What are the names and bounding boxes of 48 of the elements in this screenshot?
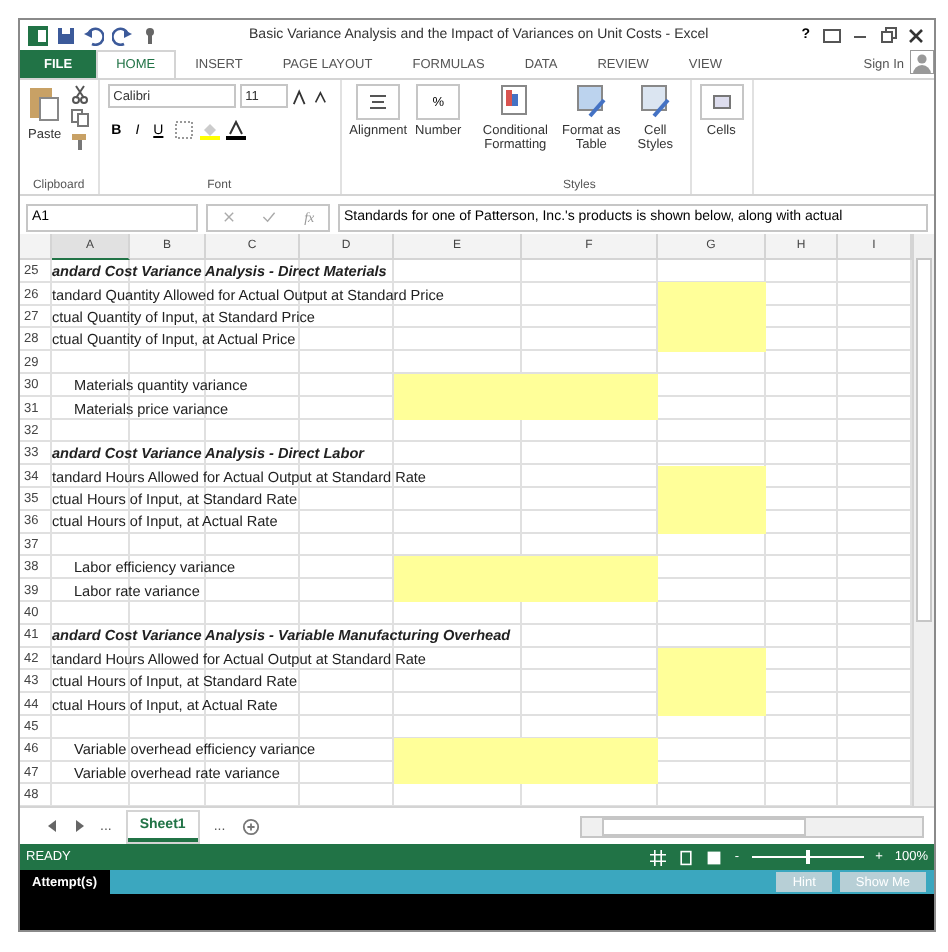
fill-color-icon: [199, 120, 220, 140]
scrollbar-thumb[interactable]: [602, 817, 806, 836]
copy-icon: [69, 108, 90, 128]
check-icon: [262, 210, 277, 224]
vertical-scrollbar[interactable]: [912, 234, 934, 807]
input-cell[interactable]: [658, 510, 766, 534]
format-painter-icon: [69, 132, 90, 152]
normal-view-icon: [650, 849, 667, 866]
spreadsheet-icon: [28, 25, 48, 45]
input-cell[interactable]: [658, 692, 766, 716]
grow-font-icon: [291, 87, 310, 105]
input-cell[interactable]: [658, 328, 766, 352]
borders-icon: [173, 120, 194, 140]
format-table-icon: [575, 84, 608, 120]
input-cell[interactable]: [658, 647, 766, 671]
alignment-icon[interactable]: [356, 84, 401, 120]
next-sheet-icon: [74, 820, 84, 833]
shrink-font-icon: [313, 88, 330, 104]
input-cell[interactable]: [394, 761, 658, 784]
close-icon: [906, 25, 926, 45]
save-icon: [56, 25, 76, 45]
cells-icon[interactable]: [699, 84, 744, 120]
input-cell[interactable]: [394, 373, 658, 397]
scrollbar-thumb[interactable]: [916, 258, 932, 622]
input-cell[interactable]: [658, 465, 766, 488]
undo-icon: [84, 25, 104, 45]
paste-icon: [28, 84, 61, 124]
page-break-icon: [706, 849, 723, 866]
font-color-icon: [225, 120, 246, 140]
input-cell[interactable]: [394, 578, 658, 602]
cell-styles-icon: [639, 84, 672, 120]
zoom-thumb[interactable]: [805, 850, 810, 865]
input-cell[interactable]: [394, 556, 658, 579]
conditional-formatting-icon: [499, 84, 532, 120]
previous-sheet-icon: [48, 820, 58, 833]
input-cell[interactable]: [394, 396, 658, 420]
input-cell[interactable]: [394, 738, 658, 762]
ribbon-display-icon: [822, 25, 842, 45]
page-layout-icon: [678, 849, 695, 866]
cut-icon: [69, 84, 90, 104]
horizontal-scrollbar[interactable]: [580, 815, 924, 838]
restore-icon: [878, 25, 898, 45]
add-sheet-icon: [241, 817, 260, 836]
touch-icon: [140, 25, 160, 45]
cancel-icon: [221, 210, 236, 224]
redo-icon: [112, 25, 132, 45]
input-cell[interactable]: [658, 282, 766, 306]
select-all-corner[interactable]: [20, 234, 52, 260]
